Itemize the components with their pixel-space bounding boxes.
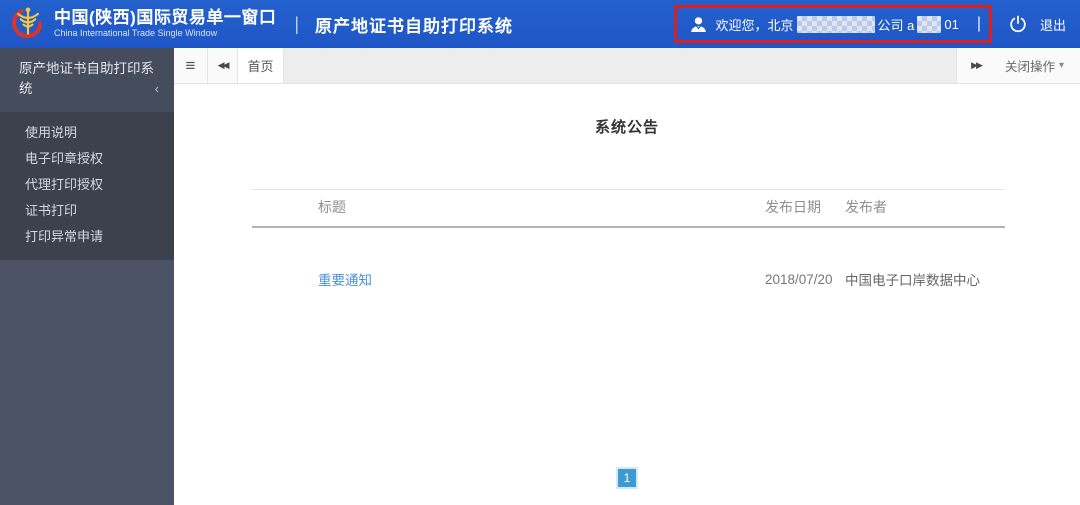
welcome-text: 欢迎您，北京 公司 a 01 (716, 15, 959, 34)
sidebar-item-agent-print-auth[interactable]: 代理打印授权 (0, 172, 174, 198)
sidebar-title[interactable]: 原产地证书自助打印系统 ‹ (0, 48, 174, 112)
sidebar-menu: 使用说明 电子印章授权 代理打印授权 证书打印 打印异常申请 (0, 112, 174, 260)
brand-title: 中国(陕西)国际贸易单一窗口 (54, 7, 277, 27)
close-operations-dropdown[interactable]: 关闭操作 ▾ (995, 48, 1080, 83)
app-title: 原产地证书自助打印系统 (315, 16, 514, 36)
double-right-arrow-icon: ▶▶ (971, 60, 983, 70)
user-avatar-icon (689, 15, 708, 34)
header-divider: | (294, 13, 300, 34)
scroll-tabs-left-icon[interactable]: ◀◀ (208, 48, 238, 83)
sidebar-item-eseal-auth[interactable]: 电子印章授权 (0, 146, 174, 172)
sidebar-item-cert-print[interactable]: 证书打印 (0, 198, 174, 224)
redacted-company-name (796, 15, 875, 33)
page-button-1[interactable]: 1 (616, 467, 638, 489)
redacted-account (917, 15, 942, 33)
power-icon[interactable] (1008, 14, 1028, 34)
top-header: 中国(陕西)国际贸易单一窗口 China International Trade… (0, 0, 1080, 48)
brand-block: 中国(陕西)国际贸易单一窗口 China International Trade… (54, 7, 277, 40)
sidebar-item-print-exception[interactable]: 打印异常申请 (0, 224, 174, 250)
hamburger-menu-icon[interactable]: ≡ (174, 48, 208, 83)
welcome-prefix: 欢迎您，北京 (715, 17, 794, 33)
sidebar: 原产地证书自助打印系统 ‹ 使用说明 电子印章授权 代理打印授权 证书打印 打印… (0, 48, 174, 505)
sidebar-item-usage-guide[interactable]: 使用说明 (0, 120, 174, 146)
welcome-divider: | (976, 15, 981, 32)
chevron-down-icon: ▾ (1058, 60, 1064, 71)
page-title: 系统公告 (594, 119, 659, 136)
tab-bar-right-controls: ▶▶ 关闭操作 ▾ (956, 48, 1080, 83)
collapse-chevron-icon[interactable]: ‹ (155, 79, 159, 99)
welcome-suffix: 01 (944, 16, 959, 32)
main-content: 系统公告 标题 发布日期 发布者 重要通知 2018/07/20 中国电子口岸数… (174, 84, 1080, 505)
row-date-cell: 2018/07/20 (765, 271, 833, 287)
announcement-table: 标题 发布日期 发布者 重要通知 2018/07/20 中国电子口岸数据中心 (252, 189, 1005, 289)
welcome-mid: 公司 a (877, 17, 915, 33)
row-title-cell: 重要通知 (252, 269, 765, 289)
pagination: 1 (616, 467, 638, 489)
table-row: 重要通知 2018/07/20 中国电子口岸数据中心 (252, 269, 1005, 289)
tab-home[interactable]: 首页 (238, 48, 284, 83)
logout-button[interactable]: 退出 (1040, 15, 1066, 34)
sidebar-title-label: 原产地证书自助打印系统 (19, 61, 154, 96)
row-publisher-cell: 中国电子口岸数据中心 (845, 273, 980, 288)
double-left-arrow-icon: ◀◀ (217, 60, 230, 70)
column-header-title: 标题 (318, 199, 346, 215)
tab-bar-filler (284, 48, 956, 83)
column-header-publisher: 发布者 (845, 199, 887, 215)
announcement-link[interactable]: 重要通知 (318, 273, 372, 288)
scroll-tabs-right-icon[interactable]: ▶▶ (957, 48, 995, 83)
table-header-row: 标题 发布日期 发布者 (252, 189, 1005, 228)
column-header-date: 发布日期 (765, 199, 821, 215)
brand-subtitle: China International Trade Single Window (54, 28, 218, 39)
welcome-annotation-box: 欢迎您，北京 公司 a 01 | (673, 5, 992, 43)
close-operations-label: 关闭操作 (1004, 60, 1055, 74)
customs-logo-icon (10, 4, 46, 45)
tab-bar: ≡ ◀◀ 首页 ▶▶ 关闭操作 ▾ (174, 48, 1080, 84)
